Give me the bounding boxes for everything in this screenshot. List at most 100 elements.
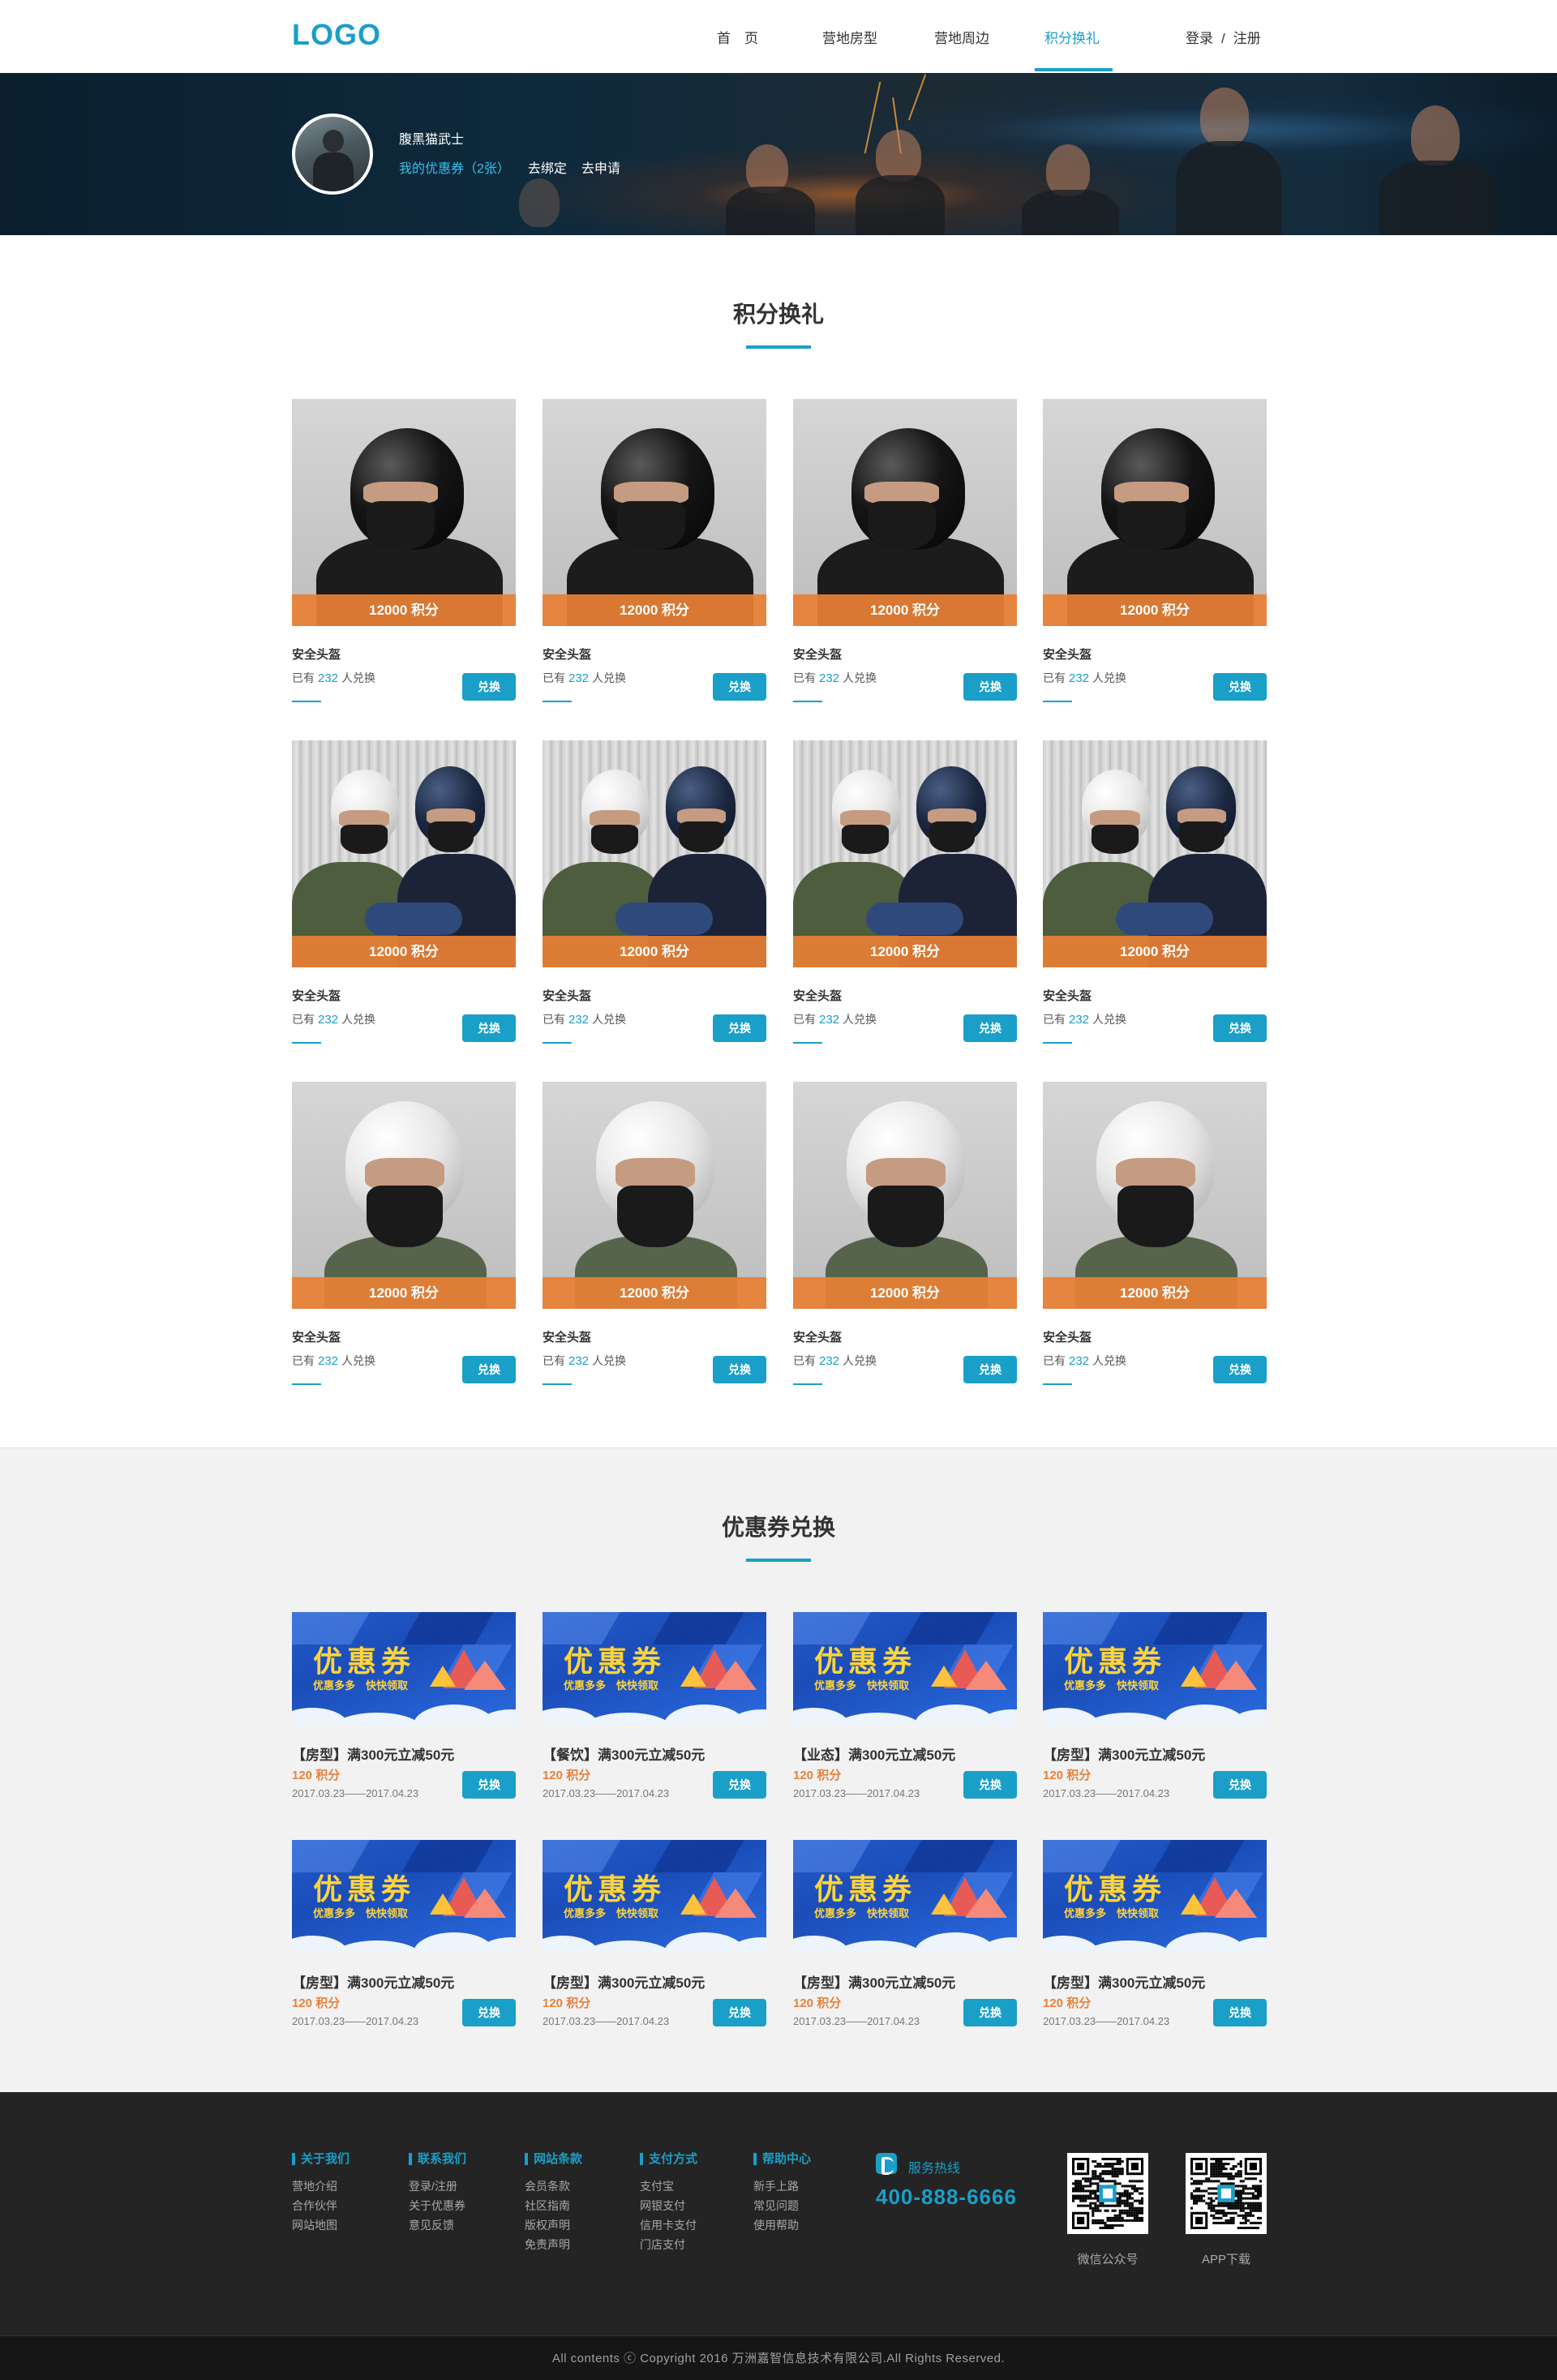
product-name[interactable]: 安全头盔 [793,645,842,663]
product-name[interactable]: 安全头盔 [292,987,341,1004]
product-image[interactable]: 12000 积分 [543,1082,766,1309]
coupon-banner[interactable]: 优惠券 优惠多多 快快领取 [543,1612,766,1726]
coupon-name[interactable]: 【餐饮】满300元立减50元 [543,1743,705,1764]
footer-link[interactable]: 网站地图 [292,2215,350,2235]
footer-link[interactable]: 合作伙伴 [292,2196,350,2215]
apply-link[interactable]: 去申请 [581,162,620,176]
footer-link[interactable]: 营地介绍 [292,2176,350,2196]
coupon-banner[interactable]: 优惠券 优惠多多 快快领取 [543,1840,766,1953]
redeem-button[interactable]: 兑换 [963,1014,1017,1042]
redeem-button[interactable]: 兑换 [462,1014,516,1042]
product-card[interactable]: 12000 积分 安全头盔 已有 232 人兑换 兑换 [793,399,1017,702]
product-image[interactable]: 12000 积分 [292,740,516,967]
redeem-button[interactable]: 兑换 [1213,673,1267,701]
nav-camp-surroundings[interactable]: 营地周边 [934,27,989,47]
product-image[interactable]: 12000 积分 [793,399,1017,626]
coupon-card[interactable]: 优惠券 优惠多多 快快领取 【房型】满300元立减50元 120 积分 2017.03.… [292,1840,516,2035]
product-name[interactable]: 安全头盔 [793,1328,842,1345]
product-card[interactable]: 12000 积分 安全头盔 已有 232 人兑换 兑换 [1043,399,1267,702]
site-logo[interactable]: LOGO [292,18,381,52]
user-avatar[interactable] [292,114,373,195]
product-card[interactable]: 12000 积分 安全头盔 已有 232 人兑换 兑换 [543,399,766,702]
product-card[interactable]: 12000 积分 安全头盔 已有 232 人兑换 兑换 [1043,1082,1267,1385]
coupon-banner[interactable]: 优惠券 优惠多多 快快领取 [292,1840,516,1953]
nav-home[interactable]: 首 页 [717,27,758,47]
coupon-name[interactable]: 【房型】满300元立减50元 [292,1743,454,1764]
register-link[interactable]: 注册 [1233,31,1261,46]
product-card[interactable]: 12000 积分 安全头盔 已有 232 人兑换 兑换 [292,1082,516,1385]
product-card[interactable]: 12000 积分 安全头盔 已有 232 人兑换 兑换 [292,740,516,1044]
my-coupons-link[interactable]: 我的优惠券（2张） [399,162,510,176]
product-image[interactable]: 12000 积分 [543,740,766,967]
footer-link[interactable]: 登录/注册 [409,2176,466,2196]
footer-link[interactable]: 社区指南 [525,2196,582,2215]
redeem-button[interactable]: 兑换 [963,1999,1017,2026]
footer-link[interactable]: 支付宝 [640,2176,697,2196]
coupon-card[interactable]: 优惠券 优惠多多 快快领取 【房型】满300元立减50元 120 积分 2017.03.… [543,1840,766,2035]
coupon-name[interactable]: 【房型】满300元立减50元 [793,1971,955,1992]
footer-link[interactable]: 信用卡支付 [640,2215,697,2235]
coupon-card[interactable]: 优惠券 优惠多多 快快领取 【房型】满300元立减50元 120 积分 2017.03.… [1043,1612,1267,1807]
redeem-button[interactable]: 兑换 [713,1771,766,1799]
product-name[interactable]: 安全头盔 [292,1328,341,1345]
footer-link[interactable]: 门店支付 [640,2235,697,2254]
coupon-name[interactable]: 【房型】满300元立减50元 [292,1971,454,1992]
product-image[interactable]: 12000 积分 [1043,399,1267,626]
product-name[interactable]: 安全头盔 [543,1328,591,1345]
redeem-button[interactable]: 兑换 [963,1771,1017,1799]
coupon-name[interactable]: 【业态】满300元立减50元 [793,1743,955,1764]
coupon-banner[interactable]: 优惠券 优惠多多 快快领取 [1043,1840,1267,1953]
product-card[interactable]: 12000 积分 安全头盔 已有 232 人兑换 兑换 [543,740,766,1044]
product-card[interactable]: 12000 积分 安全头盔 已有 232 人兑换 兑换 [543,1082,766,1385]
redeem-button[interactable]: 兑换 [713,1356,766,1383]
coupon-banner[interactable]: 优惠券 优惠多多 快快领取 [1043,1612,1267,1726]
redeem-button[interactable]: 兑换 [462,1356,516,1383]
footer-link[interactable]: 免责声明 [525,2235,582,2254]
product-card[interactable]: 12000 积分 安全头盔 已有 232 人兑换 兑换 [1043,740,1267,1044]
footer-link[interactable]: 会员条款 [525,2176,582,2196]
footer-link[interactable]: 意见反馈 [409,2215,466,2235]
redeem-button[interactable]: 兑换 [1213,1771,1267,1799]
product-image[interactable]: 12000 积分 [1043,1082,1267,1309]
redeem-button[interactable]: 兑换 [963,1356,1017,1383]
product-image[interactable]: 12000 积分 [292,399,516,626]
product-image[interactable]: 12000 积分 [292,1082,516,1309]
footer-link[interactable]: 版权声明 [525,2215,582,2235]
login-link[interactable]: 登录 [1186,31,1213,46]
coupon-banner[interactable]: 优惠券 优惠多多 快快领取 [793,1612,1017,1726]
hotline-number[interactable]: 400-888-6666 [876,2185,1017,2210]
product-card[interactable]: 12000 积分 安全头盔 已有 232 人兑换 兑换 [292,399,516,702]
footer-link[interactable]: 常见问题 [753,2196,811,2215]
redeem-button[interactable]: 兑换 [713,673,766,701]
product-image[interactable]: 12000 积分 [543,399,766,626]
coupon-card[interactable]: 优惠券 优惠多多 快快领取 【房型】满300元立减50元 120 积分 2017.03.… [292,1612,516,1807]
product-name[interactable]: 安全头盔 [543,987,591,1004]
product-name[interactable]: 安全头盔 [543,645,591,663]
footer-link[interactable]: 新手上路 [753,2176,811,2196]
coupon-name[interactable]: 【房型】满300元立减50元 [1043,1971,1205,1992]
product-name[interactable]: 安全头盔 [793,987,842,1004]
product-name[interactable]: 安全头盔 [1043,1328,1092,1345]
product-card[interactable]: 12000 积分 安全头盔 已有 232 人兑换 兑换 [793,740,1017,1044]
product-image[interactable]: 12000 积分 [793,740,1017,967]
product-name[interactable]: 安全头盔 [1043,987,1092,1004]
nav-camp-rooms[interactable]: 营地房型 [822,27,877,47]
coupon-name[interactable]: 【房型】满300元立减50元 [543,1971,705,1992]
coupon-card[interactable]: 优惠券 优惠多多 快快领取 【房型】满300元立减50元 120 积分 2017.03.… [1043,1840,1267,2035]
product-name[interactable]: 安全头盔 [1043,645,1092,663]
redeem-button[interactable]: 兑换 [963,673,1017,701]
product-image[interactable]: 12000 积分 [1043,740,1267,967]
redeem-button[interactable]: 兑换 [1213,1014,1267,1042]
redeem-button[interactable]: 兑换 [462,1999,516,2026]
nav-points-gifts[interactable]: 积分换礼 [1044,27,1100,47]
redeem-button[interactable]: 兑换 [462,1771,516,1799]
coupon-name[interactable]: 【房型】满300元立减50元 [1043,1743,1205,1764]
coupon-banner[interactable]: 优惠券 优惠多多 快快领取 [292,1612,516,1726]
product-name[interactable]: 安全头盔 [292,645,341,663]
coupon-card[interactable]: 优惠券 优惠多多 快快领取 【业态】满300元立减50元 120 积分 2017.03.… [793,1612,1017,1807]
bind-link[interactable]: 去绑定 [528,162,567,176]
footer-link[interactable]: 网银支付 [640,2196,697,2215]
product-image[interactable]: 12000 积分 [793,1082,1017,1309]
redeem-button[interactable]: 兑换 [1213,1356,1267,1383]
coupon-card[interactable]: 优惠券 优惠多多 快快领取 【房型】满300元立减50元 120 积分 2017.03.… [793,1840,1017,2035]
